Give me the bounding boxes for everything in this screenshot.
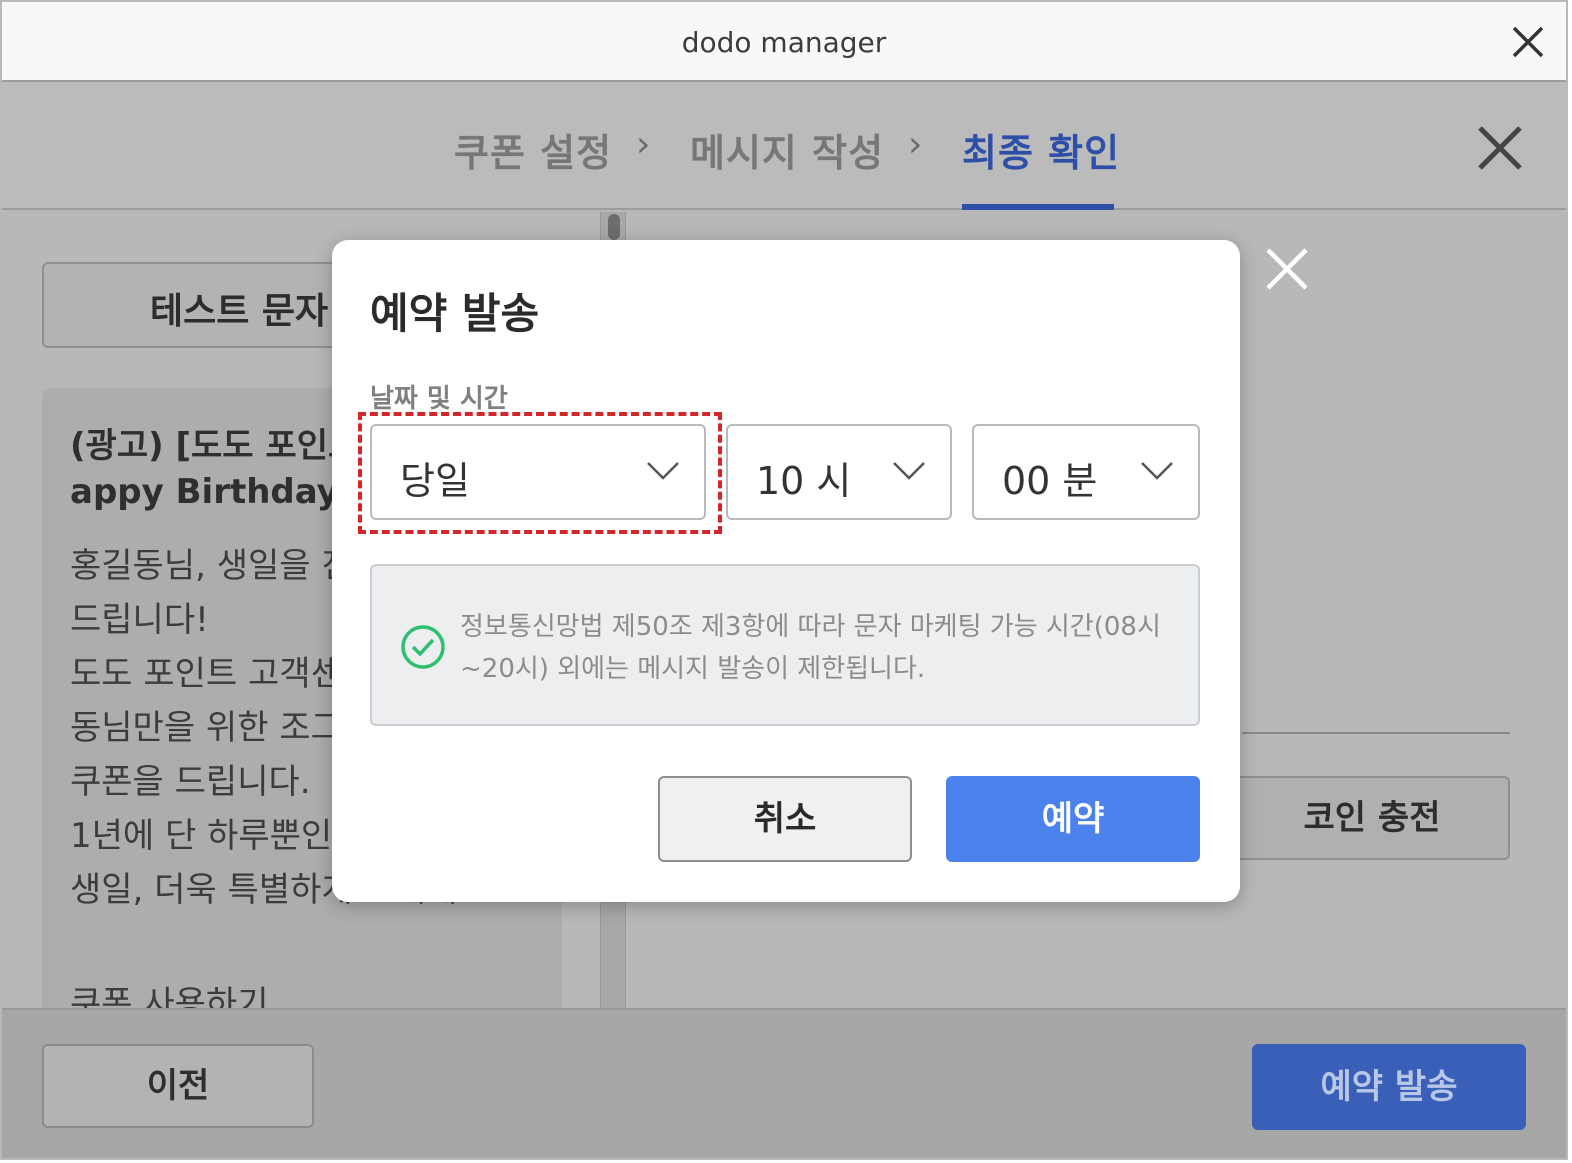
step-indicator: 쿠폰 설정 › 메시지 작성 › 최종 확인 — [2, 82, 1566, 210]
title-bar: dodo manager — [2, 2, 1566, 82]
step-compose-message[interactable]: 메시지 작성 — [690, 122, 884, 177]
notice-text: 정보통신망법 제50조 제3항에 따라 문자 마케팅 가능 시간(08시 ~20… — [460, 612, 1161, 684]
date-time-label: 날짜 및 시간 — [370, 384, 508, 414]
scrollbar-thumb[interactable] — [608, 214, 620, 240]
minute-select-value: 00 분 — [1002, 459, 1098, 503]
time-restriction-notice: 정보통신망법 제50조 제3항에 따라 문자 마케팅 가능 시간(08시 ~20… — [370, 564, 1200, 726]
cancel-button[interactable]: 취소 — [658, 776, 912, 862]
check-circle-icon — [401, 625, 445, 669]
message-line: (광고) [도도 포인트] — [70, 426, 375, 466]
hour-select-value: 10 시 — [756, 459, 852, 503]
chevron-right-icon: › — [636, 124, 651, 165]
window-close-icon[interactable] — [1510, 24, 1546, 60]
previous-button[interactable]: 이전 — [42, 1044, 314, 1128]
footer-bar: 이전 예약 발송 — [2, 1008, 1566, 1158]
app-window: dodo manager 쿠폰 설정 › 메시지 작성 › 최종 확인 테스트 … — [0, 0, 1568, 1160]
chevron-right-icon: › — [908, 124, 923, 165]
chevron-down-icon — [893, 462, 925, 480]
message-line: 드립니다! — [70, 600, 209, 640]
scheduled-send-button[interactable]: 예약 발송 — [1252, 1044, 1526, 1130]
modal-close-icon[interactable] — [1264, 246, 1310, 292]
hour-select[interactable]: 10 시 — [726, 424, 952, 520]
window-title: dodo manager — [681, 26, 887, 59]
reserve-button[interactable]: 예약 — [946, 776, 1200, 862]
message-line: appy Birthday, — [70, 472, 350, 512]
dialog-title: 예약 발송 — [370, 289, 540, 338]
step-coupon-settings[interactable]: 쿠폰 설정 — [454, 122, 612, 177]
close-icon[interactable] — [1476, 124, 1524, 172]
day-select-highlight — [358, 412, 722, 534]
message-line: 쿠폰을 드립니다. — [70, 762, 311, 802]
schedule-send-dialog: 예약 발송 날짜 및 시간 당일 10 시 00 분 정보통신망법 제50조 제… — [332, 240, 1240, 902]
coin-charge-button[interactable]: 코인 충전 — [1234, 776, 1510, 860]
chevron-down-icon — [1141, 462, 1173, 480]
active-step-underline — [962, 204, 1114, 210]
divider — [1242, 732, 1510, 734]
step-final-confirm[interactable]: 최종 확인 — [962, 122, 1120, 177]
minute-select[interactable]: 00 분 — [972, 424, 1200, 520]
